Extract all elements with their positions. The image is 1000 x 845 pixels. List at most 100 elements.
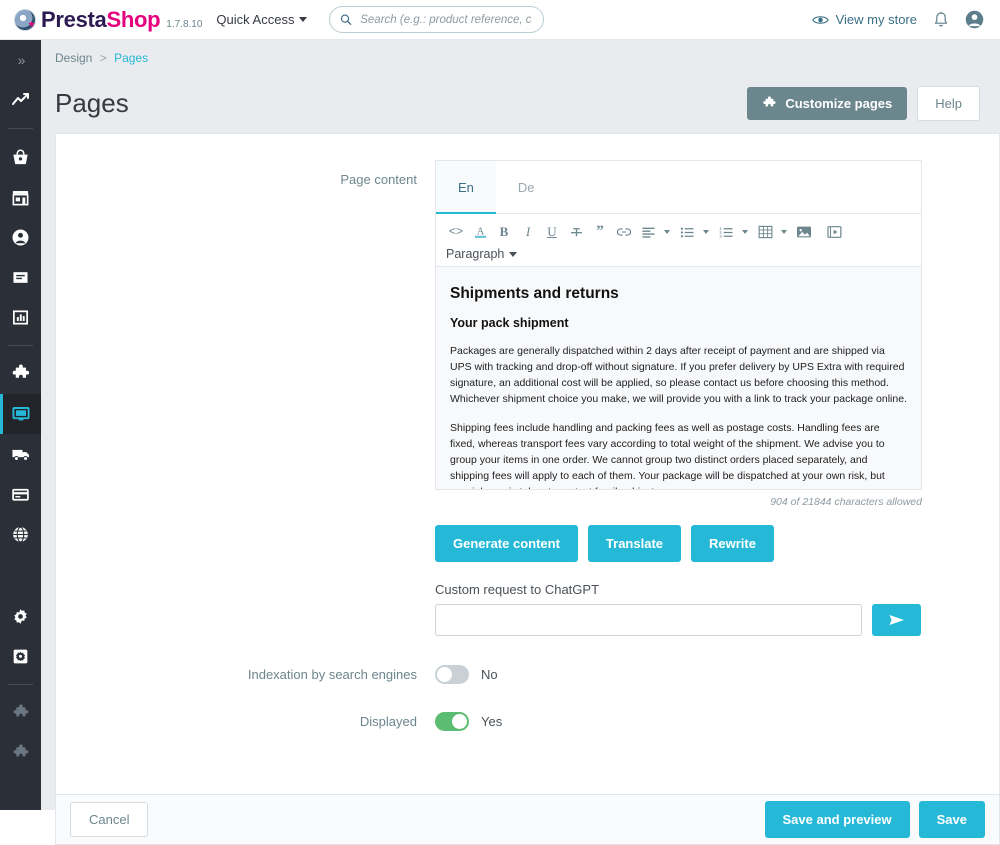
puzzle-icon — [763, 95, 776, 106]
account-button[interactable] — [965, 10, 984, 29]
view-my-store-link[interactable]: View my store — [811, 12, 917, 27]
tab-de[interactable]: De — [496, 161, 557, 213]
chevron-double-right-icon: » — [17, 52, 26, 68]
search-input[interactable] — [358, 12, 534, 27]
displayed-row: Displayed Yes — [56, 684, 999, 731]
link-icon[interactable] — [614, 221, 634, 243]
breadcrumb-parent[interactable]: Design — [55, 51, 92, 65]
chevron-down-icon — [299, 17, 308, 22]
save-and-preview-button[interactable]: Save and preview — [764, 801, 910, 838]
ordered-list-dropdown-caret-icon[interactable] — [742, 230, 748, 234]
translate-button[interactable]: Translate — [587, 525, 682, 562]
underline-icon[interactable]: U — [542, 221, 562, 243]
toggle-knob — [437, 667, 452, 682]
breadcrumb-current[interactable]: Pages — [114, 51, 148, 65]
help-button[interactable]: Help — [917, 85, 980, 121]
rewrite-button[interactable]: Rewrite — [691, 525, 774, 562]
sidebar-item-module-link-2[interactable] — [0, 733, 41, 773]
table-dropdown-caret-icon[interactable] — [781, 230, 787, 234]
align-dropdown-caret-icon[interactable] — [664, 230, 670, 234]
sidebar-expand-toggle[interactable]: » — [0, 40, 41, 80]
page-form-card: Page content En De <> A B I U ” 1 2 3 Pa… — [55, 133, 1000, 794]
ordered-list-icon[interactable]: 1 2 3 — [716, 221, 736, 243]
tab-en[interactable]: En — [436, 161, 496, 214]
editor-content-area[interactable]: Shipments and returns Your pack shipment… — [436, 267, 921, 489]
page-content-field: En De <> A B I U ” 1 2 3 Paragraph Shipm… — [435, 160, 965, 636]
sidebar-item-customers[interactable] — [0, 217, 41, 257]
sidebar-item-shop-parameters[interactable] — [0, 596, 41, 636]
bar-chart-icon — [12, 309, 29, 325]
store-icon — [12, 190, 29, 205]
send-icon — [889, 615, 904, 625]
displayed-toggle[interactable] — [435, 712, 469, 731]
quick-access-menu[interactable]: Quick Access — [216, 12, 308, 27]
bell-icon — [934, 11, 948, 26]
character-count: 904 of 21844 characters allowed — [770, 496, 922, 508]
sidebar-item-design[interactable] — [0, 394, 41, 434]
sidebar-item-international[interactable] — [0, 514, 41, 554]
notifications-button[interactable] — [933, 11, 949, 29]
image-icon[interactable] — [794, 221, 814, 243]
custom-request-input[interactable] — [435, 604, 862, 636]
align-left-icon[interactable] — [638, 221, 658, 243]
quick-access-label: Quick Access — [216, 12, 295, 27]
video-icon[interactable] — [824, 221, 844, 243]
credit-card-icon — [12, 488, 29, 501]
sidebar-item-module-link-1[interactable] — [0, 693, 41, 733]
message-icon — [13, 271, 28, 283]
bold-icon[interactable]: B — [494, 221, 514, 243]
sidebar-item-advanced-parameters[interactable] — [0, 636, 41, 676]
sidebar-item-catalog[interactable] — [0, 177, 41, 217]
header-right-actions: View my store — [811, 10, 1000, 29]
indexation-value: No — [481, 667, 498, 682]
sidebar-divider-2 — [8, 345, 33, 346]
send-request-button[interactable] — [872, 604, 921, 636]
form-footer: Cancel Save and preview Save — [55, 794, 1000, 845]
editor-language-tabs: En De — [436, 161, 921, 214]
generate-content-button[interactable]: Generate content — [435, 525, 578, 562]
brand-name: PrestaShop — [41, 7, 161, 33]
main-sidebar: » — [0, 40, 41, 810]
cancel-button[interactable]: Cancel — [70, 802, 149, 837]
account-icon — [965, 10, 984, 29]
rich-text-editor: En De <> A B I U ” 1 2 3 Paragraph Shipm… — [435, 160, 922, 490]
sidebar-item-orders[interactable] — [0, 137, 41, 177]
code-icon[interactable]: <> — [446, 221, 466, 243]
brand-logo-area[interactable]: PrestaShop 1.7.8.10 — [0, 7, 202, 33]
content-paragraph-1: Packages are generally dispatched within… — [450, 345, 907, 405]
blockquote-icon[interactable]: ” — [590, 221, 610, 243]
search-icon — [341, 14, 352, 25]
sidebar-divider-1 — [8, 128, 33, 129]
table-icon[interactable] — [755, 221, 775, 243]
editor-toolbar: <> A B I U ” 1 2 3 Paragraph — [436, 214, 921, 267]
strikethrough-icon[interactable] — [566, 221, 586, 243]
svg-text:A: A — [476, 226, 484, 237]
gear-box-icon — [13, 649, 28, 663]
trending-up-icon — [11, 93, 29, 105]
displayed-value: Yes — [481, 714, 503, 729]
breadcrumb: Design > Pages — [41, 40, 1000, 65]
sidebar-item-stats[interactable] — [0, 297, 41, 337]
content-heading: Shipments and returns — [450, 285, 619, 302]
chevron-down-icon — [509, 251, 518, 257]
custom-request-row — [435, 604, 965, 636]
unordered-list-icon[interactable] — [677, 221, 697, 243]
text-color-icon[interactable]: A — [470, 221, 490, 243]
paragraph-format-dropdown[interactable]: Paragraph — [446, 245, 911, 261]
sidebar-item-payment[interactable] — [0, 474, 41, 514]
italic-icon[interactable]: I — [518, 221, 538, 243]
basket-icon — [13, 149, 28, 164]
ai-action-buttons: Generate content Translate Rewrite — [435, 508, 965, 562]
search-box[interactable] — [329, 6, 545, 33]
sidebar-item-customer-service[interactable] — [0, 257, 41, 297]
customize-pages-button[interactable]: Customize pages — [747, 86, 908, 120]
sidebar-item-modules[interactable] — [0, 354, 41, 394]
page-header: Pages Customize pages Help — [41, 65, 1000, 135]
sidebar-divider-3 — [8, 684, 33, 685]
unordered-list-dropdown-caret-icon[interactable] — [703, 230, 709, 234]
breadcrumb-separator: > — [99, 51, 107, 65]
sidebar-item-shipping[interactable] — [0, 434, 41, 474]
save-button[interactable]: Save — [918, 801, 985, 838]
sidebar-item-dashboard[interactable] — [0, 80, 41, 120]
indexation-toggle[interactable] — [435, 665, 469, 684]
